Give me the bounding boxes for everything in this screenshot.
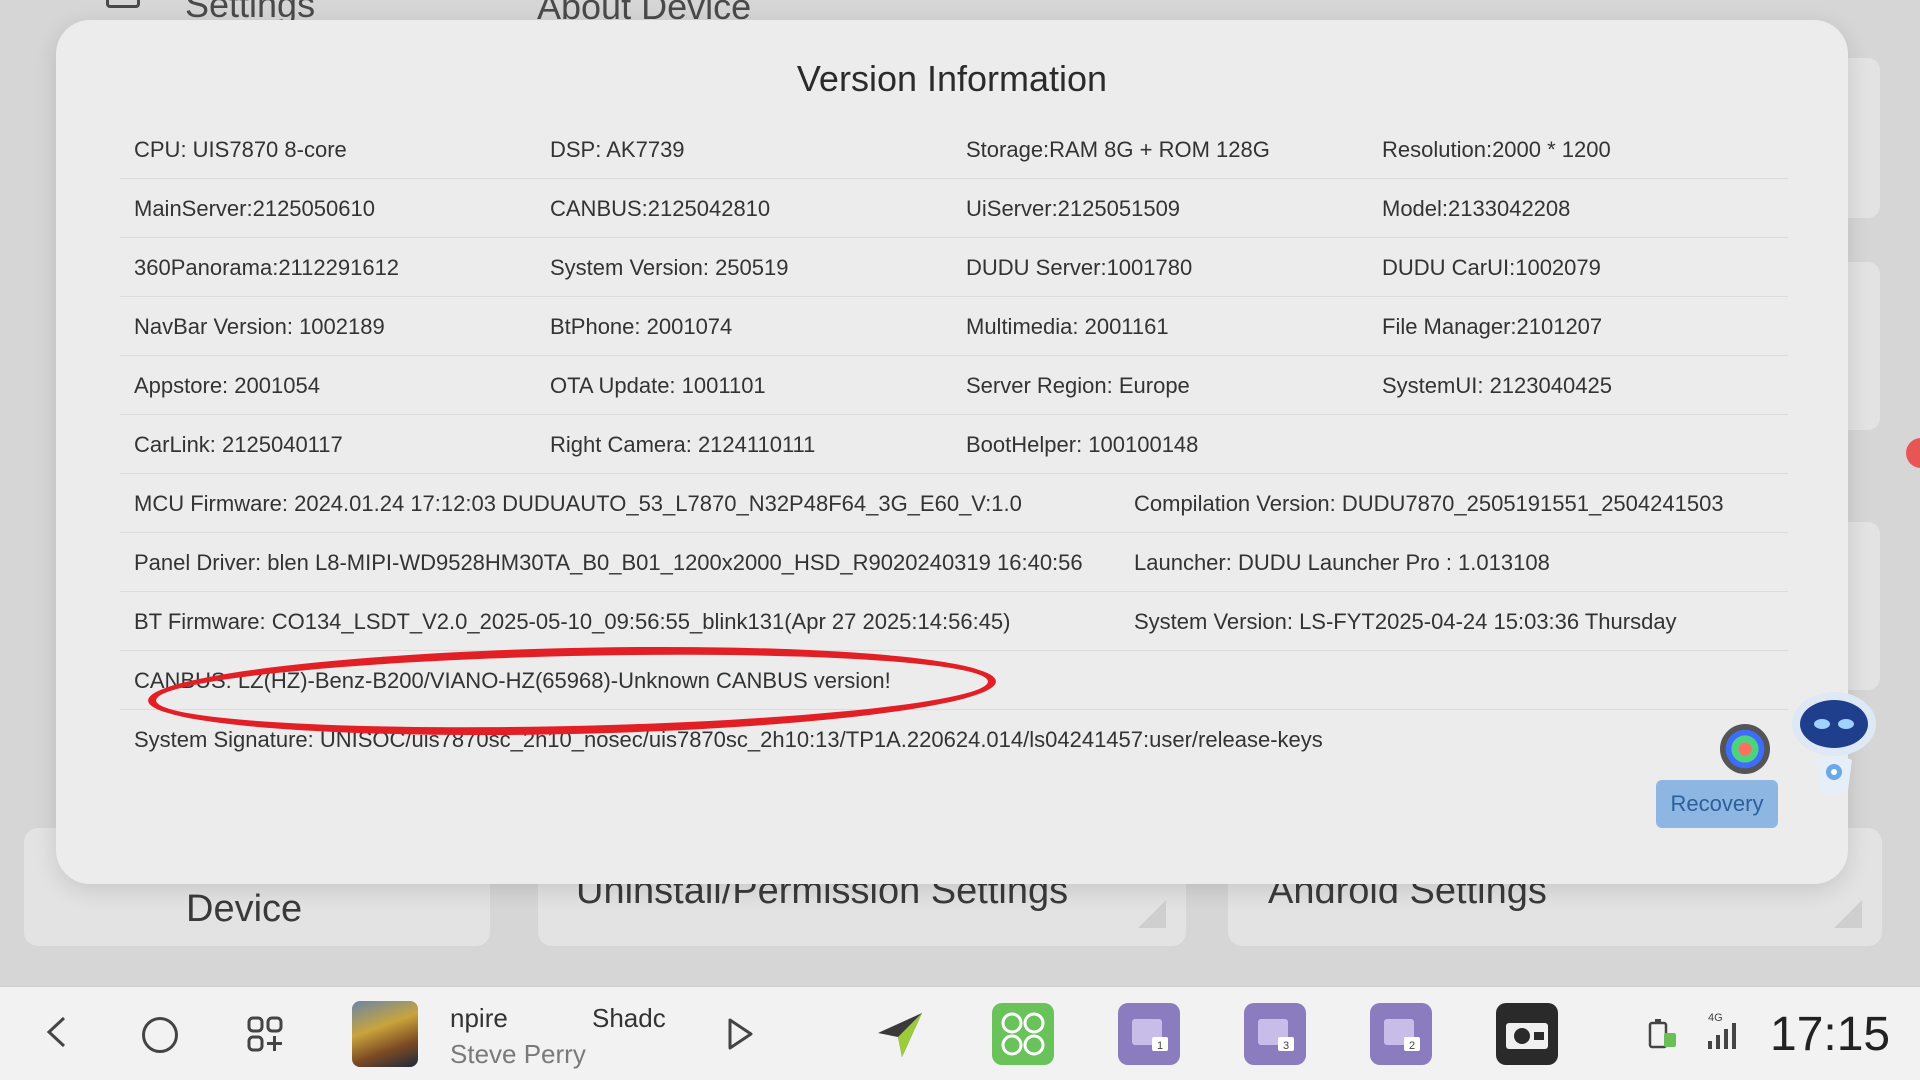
app-launcher-green-icon[interactable] xyxy=(992,1003,1054,1065)
window-3-icon[interactable]: 3 xyxy=(1244,1003,1306,1065)
colorful-app-icon[interactable] xyxy=(1720,724,1770,774)
info-cell: 360Panorama:2112291612 xyxy=(134,255,400,280)
info-cell: Resolution:2000 * 1200 xyxy=(1382,137,1611,162)
canbus-version-text: CANBUS: LZ(HZ)-Benz-B200/VIANO-HZ(65968)… xyxy=(134,668,891,693)
song-title-scroll: Shadc xyxy=(592,1003,666,1033)
notification-dot xyxy=(1906,438,1920,468)
window-1-icon[interactable]: 1 xyxy=(1118,1003,1180,1065)
battery-status-icon xyxy=(1648,1019,1676,1049)
app-drawer-icon[interactable] xyxy=(246,1015,284,1053)
info-cell: System Version: 250519 xyxy=(550,255,789,280)
info-cell: OTA Update: 1001101 xyxy=(550,373,766,398)
back-icon[interactable] xyxy=(44,1015,70,1049)
table-row: CPU: UIS7870 8-core DSP: AK7739 Storage:… xyxy=(120,120,1788,179)
info-cell: DUDU CarUI:1002079 xyxy=(1382,255,1601,280)
version-table: CPU: UIS7870 8-core DSP: AK7739 Storage:… xyxy=(120,120,1788,769)
camera-app-icon[interactable] xyxy=(1496,1003,1558,1065)
clock: 17:15 xyxy=(1770,1008,1891,1061)
home-icon[interactable] xyxy=(142,1017,178,1053)
info-cell: BT Firmware: CO134_LSDT_V2.0_2025-05-10_… xyxy=(134,609,1011,634)
corner-triangle-icon xyxy=(1138,900,1166,928)
window-2-icon[interactable]: 2 xyxy=(1370,1003,1432,1065)
info-cell: Server Region: Europe xyxy=(966,373,1190,398)
info-cell: Model:2133042208 xyxy=(1382,196,1571,221)
info-cell: MCU Firmware: 2024.01.24 17:12:03 DUDUAU… xyxy=(134,491,1022,516)
table-row: MainServer:2125050610 CANBUS:2125042810 … xyxy=(120,179,1788,238)
info-cell: Multimedia: 2001161 xyxy=(966,314,1169,339)
info-cell: BtPhone: 2001074 xyxy=(550,314,733,339)
network-type-label: 4G xyxy=(1708,1012,1723,1024)
info-cell: Launcher: DUDU Launcher Pro : 1.013108 xyxy=(1134,550,1550,575)
info-cell: UiServer:2125051509 xyxy=(966,196,1181,221)
album-art[interactable] xyxy=(352,1001,418,1067)
assistant-robot-icon[interactable] xyxy=(1786,690,1882,810)
info-cell: Right Camera: 2124110111 xyxy=(550,432,816,457)
info-cell: CANBUS:2125042810 xyxy=(550,196,771,221)
info-cell: File Manager:2101207 xyxy=(1382,314,1603,339)
table-row: 360Panorama:2112291612 System Version: 2… xyxy=(120,238,1788,297)
table-row: Appstore: 2001054 OTA Update: 1001101 Se… xyxy=(120,356,1788,415)
info-cell: CPU: UIS7870 8-core xyxy=(134,137,347,162)
system-signature-text: System Signature: UNISOC/uis7870sc_2h10_… xyxy=(134,727,1323,752)
svg-text:1: 1 xyxy=(1157,1040,1163,1052)
info-cell: Storage:RAM 8G + ROM 128G xyxy=(966,137,1270,162)
table-row: System Signature: UNISOC/uis7870sc_2h10_… xyxy=(120,710,1788,769)
play-icon[interactable] xyxy=(726,1017,754,1051)
info-cell: DSP: AK7739 xyxy=(550,137,685,162)
info-cell: Appstore: 2001054 xyxy=(134,373,320,398)
device-card-label: Device xyxy=(186,888,303,930)
table-row: CANBUS: LZ(HZ)-Benz-B200/VIANO-HZ(65968)… xyxy=(120,651,1788,710)
signal-4g-icon: 4G xyxy=(1708,1012,1736,1049)
dialog-title: Version Information xyxy=(796,58,1108,99)
svg-text:2: 2 xyxy=(1409,1040,1415,1052)
song-title: npire xyxy=(450,1003,508,1033)
settings-icon xyxy=(106,0,140,8)
table-row: MCU Firmware: 2024.01.24 17:12:03 DUDUAU… xyxy=(120,474,1788,533)
table-row: NavBar Version: 1002189 BtPhone: 2001074… xyxy=(120,297,1788,356)
table-row: BT Firmware: CO134_LSDT_V2.0_2025-05-10_… xyxy=(120,592,1788,651)
info-cell: System Version: LS-FYT2025-04-24 15:03:3… xyxy=(1134,609,1677,634)
info-cell: DUDU Server:1001780 xyxy=(966,255,1193,280)
artist-name: Steve Perry xyxy=(450,1039,586,1069)
info-cell: BootHelper: 100100148 xyxy=(966,432,1199,457)
info-cell: Compilation Version: DUDU7870_2505191551… xyxy=(1134,491,1724,516)
bottom-taskbar: npire Shadc Steve Perry 1 3 2 4G 17:15 xyxy=(0,986,1920,1080)
info-cell: MainServer:2125050610 xyxy=(134,196,375,221)
info-cell: SystemUI: 2123040425 xyxy=(1382,373,1612,398)
corner-triangle-icon xyxy=(1834,900,1862,928)
table-row: CarLink: 2125040117 Right Camera: 212411… xyxy=(120,415,1788,474)
navigation-app-icon[interactable] xyxy=(872,1007,928,1063)
version-info-dialog: Version Information CPU: UIS7870 8-core … xyxy=(56,20,1848,884)
svg-text:3: 3 xyxy=(1283,1040,1289,1052)
info-cell: CarLink: 2125040117 xyxy=(134,432,343,457)
info-cell: Panel Driver: blen L8-MIPI-WD9528HM30TA_… xyxy=(134,550,1083,575)
info-cell: NavBar Version: 1002189 xyxy=(134,314,385,339)
table-row: Panel Driver: blen L8-MIPI-WD9528HM30TA_… xyxy=(120,533,1788,592)
recovery-button[interactable]: Recovery xyxy=(1656,780,1778,828)
